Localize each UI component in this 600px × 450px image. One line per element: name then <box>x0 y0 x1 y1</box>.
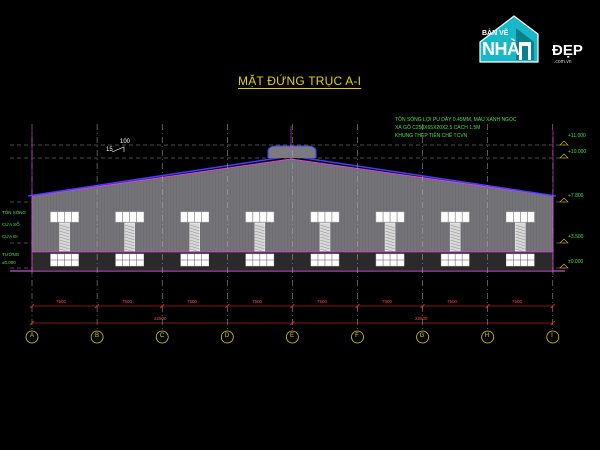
axis-label-d: D <box>224 333 230 339</box>
door-panel <box>515 222 526 252</box>
slope-mark <box>111 146 125 153</box>
slope-horizontal: 100 <box>120 139 131 145</box>
left-label-4: TƯỜNG <box>2 252 20 257</box>
axis-label-e: E <box>289 333 294 339</box>
left-label-2: CỬA SỔ <box>2 222 20 227</box>
door-panel <box>189 222 200 252</box>
bay-dim-8: 7500 <box>512 299 523 304</box>
ridge-vent <box>267 145 317 158</box>
axis-label-c: C <box>159 333 165 339</box>
door-panel <box>124 222 135 252</box>
door-panel <box>254 222 266 252</box>
elevation-label-1: +11.000 <box>568 133 586 139</box>
axis-label-h: H <box>484 333 490 339</box>
bay-dim-3: 7500 <box>187 299 198 304</box>
left-label-5: ±0.000 <box>2 260 16 265</box>
elevation-markers <box>559 140 569 269</box>
bay-dim-2: 7500 <box>122 299 133 304</box>
bay-dim-4: 7500 <box>252 299 263 304</box>
left-label-3: CỬA ĐI <box>2 234 18 239</box>
bay-dim-6: 7500 <box>382 299 393 304</box>
elevation-label-3: +7.800 <box>568 193 584 199</box>
door-panel <box>384 222 396 252</box>
door-panel <box>449 222 461 252</box>
axis-label-g: G <box>419 333 425 339</box>
bay-dim-5: 7500 <box>317 299 328 304</box>
door-panel <box>59 222 70 252</box>
left-label-1: TÔN SÓNG <box>2 210 27 215</box>
drawing-canvas: BẢN VẼ NHÀ ĐẸP .com.vn MẶT ĐỨNG TRỤC A-I… <box>0 0 600 450</box>
slope-vertical: 15 <box>106 147 113 153</box>
elevation-label-4: +3.500 <box>568 234 584 240</box>
axis-label-b: B <box>94 333 99 339</box>
axis-label-f: F <box>355 333 359 339</box>
bay-dim-1: 7500 <box>56 299 67 304</box>
axis-label-a: A <box>29 333 34 339</box>
elevation-label-2: +10.000 <box>568 149 587 155</box>
half-dim-2: 22500 <box>415 316 428 321</box>
elevation-label-5: ±0.000 <box>568 259 584 265</box>
elevation-drawing <box>10 124 569 344</box>
bay-dim-7: 7500 <box>447 299 458 304</box>
door-panel <box>319 222 331 252</box>
axis-label-i: I <box>551 333 553 339</box>
half-dim-1: 22500 <box>154 316 167 321</box>
